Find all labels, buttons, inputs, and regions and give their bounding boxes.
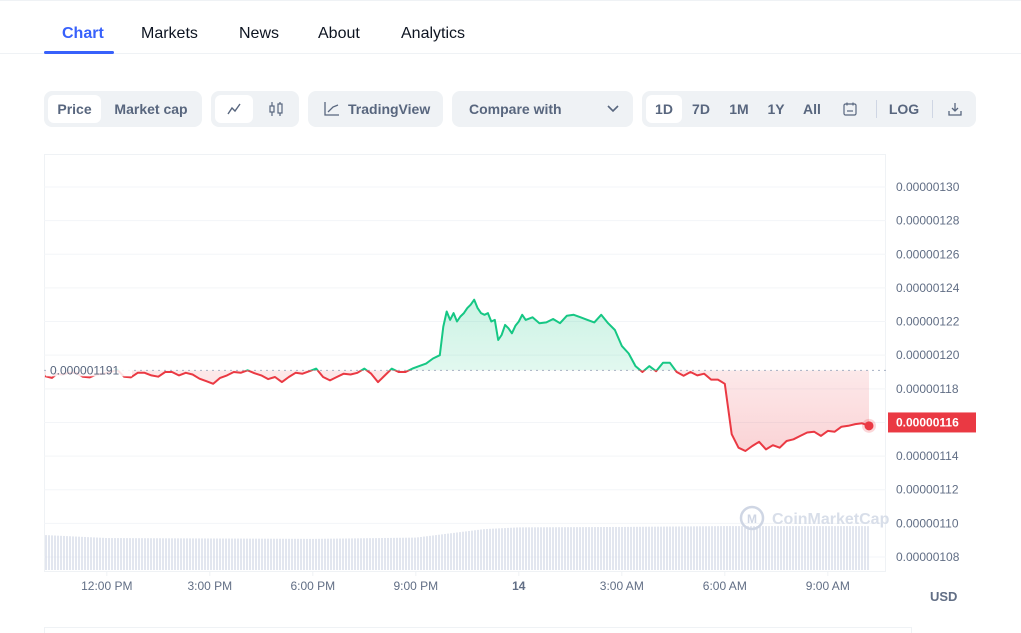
tab-markets[interactable]: Markets: [141, 25, 198, 43]
price-chart[interactable]: M CoinMarketCap 0.000001191 0.00000130 0.…: [44, 154, 976, 593]
compare-with-label: Compare with: [469, 101, 562, 117]
range-all-button[interactable]: All: [795, 95, 829, 123]
baseline-label: 0.000001191: [50, 363, 120, 377]
active-tab-indicator: [44, 51, 114, 54]
x-tick-label: 6:00 AM: [703, 579, 747, 593]
range-7d-button[interactable]: 7D: [684, 95, 718, 123]
y-tick-label: 0.00000112: [896, 483, 959, 497]
download-icon: [948, 103, 962, 116]
current-price-label: 0.00000116: [896, 415, 959, 429]
line-chart-icon: [227, 103, 241, 115]
x-tick-label: 12:00 PM: [81, 579, 132, 593]
y-tick-label: 0.00000126: [896, 247, 960, 261]
y-tick-label: 0.00000130: [896, 180, 960, 194]
y-tick-label: 0.00000128: [896, 214, 960, 228]
y-tick-label: 0.00000122: [896, 315, 960, 329]
date-range-button[interactable]: [835, 95, 865, 123]
y-tick-label: 0.00000114: [896, 449, 959, 463]
y-tick-label: 0.00000110: [896, 516, 959, 530]
watermark-logo-icon: M: [747, 512, 757, 526]
toolbar-divider: [876, 100, 877, 118]
price-chart-svg: M CoinMarketCap 0.000001191 0.000001300.…: [44, 154, 976, 593]
toolbar-divider: [932, 100, 933, 118]
x-tick-label: 3:00 PM: [187, 579, 232, 593]
tradingview-chart-icon: [324, 102, 339, 116]
x-tick-label: 9:00 AM: [806, 579, 850, 593]
metric-toggle: Price Market cap: [44, 91, 202, 127]
market-cap-toggle-button[interactable]: Market cap: [105, 95, 197, 123]
watermark-text: CoinMarketCap: [772, 511, 890, 528]
y-tick-label: 0.00000124: [896, 281, 960, 295]
current-price-dot: [864, 421, 874, 431]
tab-news[interactable]: News: [239, 25, 279, 43]
tab-about[interactable]: About: [318, 25, 360, 43]
tab-analytics[interactable]: Analytics: [401, 25, 465, 43]
y-tick-label: 0.00000120: [896, 348, 960, 362]
chart-toolbar: Price Market cap TradingView Compare wit…: [0, 91, 1021, 127]
range-1d-button[interactable]: 1D: [646, 95, 682, 123]
compare-with-dropdown[interactable]: Compare with: [452, 91, 633, 127]
x-tick-label: 14: [512, 579, 526, 593]
tab-chart[interactable]: Chart: [62, 25, 104, 43]
price-toggle-button[interactable]: Price: [48, 95, 101, 123]
calendar-icon: [843, 102, 857, 116]
x-axis: 12:00 PM 3:00 PM 6:00 PM 9:00 PM 14 3:00 AM 6:…: [81, 571, 850, 593]
x-tick-label: 3:00 AM: [600, 579, 644, 593]
currency-label: USD: [930, 589, 958, 604]
x-tick-label: 6:00 PM: [290, 579, 335, 593]
tab-bar: Chart Markets News About Analytics: [0, 1, 1021, 54]
y-tick-label: 0.00000118: [896, 382, 959, 396]
range-1m-button[interactable]: 1M: [721, 95, 757, 123]
chart-type-toggle: [211, 91, 299, 127]
tradingview-button[interactable]: TradingView: [308, 91, 443, 127]
y-tick-label: 0.00000108: [896, 550, 960, 564]
tradingview-label: TradingView: [348, 101, 431, 117]
x-tick-label: 9:00 PM: [393, 579, 438, 593]
line-chart-button[interactable]: [215, 95, 253, 123]
candlestick-icon: [269, 102, 283, 116]
log-scale-button[interactable]: LOG: [884, 95, 924, 123]
candlestick-button[interactable]: [257, 95, 295, 123]
watermark: M CoinMarketCap: [739, 505, 890, 531]
y-axis: 0.00000130 0.00000128 0.00000126 0.00000124…: [896, 180, 960, 564]
download-button[interactable]: [940, 95, 970, 123]
range-1y-button[interactable]: 1Y: [760, 95, 792, 123]
volume-bars: [45, 526, 869, 570]
chevron-down-icon: [607, 105, 619, 113]
time-range-group: 1D 7D 1M 1Y All LOG: [642, 91, 976, 127]
table-top-edge: [44, 627, 912, 633]
